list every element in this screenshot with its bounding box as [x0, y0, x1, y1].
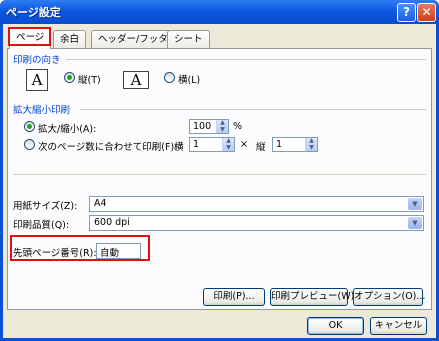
- tab-panel-page: 印刷の向き A 縦(T) A 横(L) 拡大縮小印刷 拡大/縮小(A): 100…: [7, 48, 432, 310]
- print-quality-value: 600 dpi: [94, 217, 130, 228]
- fit-tall-spinner[interactable]: 1 ▲ ▼: [272, 137, 318, 152]
- landscape-label[interactable]: 横(L): [178, 72, 200, 86]
- zoom-label[interactable]: 拡大/縮小(A):: [38, 121, 96, 135]
- scaling-group-label: 拡大縮小印刷: [13, 105, 71, 116]
- portrait-label[interactable]: 縦(T): [78, 72, 101, 86]
- print-quality-label: 印刷品質(Q):: [13, 220, 70, 231]
- print-button-outer[interactable]: 印刷(P)...: [203, 288, 265, 306]
- spin-down-icon: ▼: [309, 143, 314, 151]
- fit-to-label[interactable]: 次のページ数に合わせて印刷(F):: [38, 139, 177, 153]
- zoom-radio[interactable]: [24, 121, 35, 132]
- tab-sheet[interactable]: シート: [167, 30, 210, 48]
- print-preview-button[interactable]: 印刷プレビュー(W): [270, 288, 354, 306]
- fit-tall-label: 縦: [256, 142, 266, 153]
- portrait-radio[interactable]: [64, 72, 75, 83]
- first-page-input[interactable]: 自動: [96, 243, 141, 259]
- fit-wide-label: 横: [174, 142, 184, 153]
- landscape-icon: A: [123, 71, 149, 89]
- fit-to-radio[interactable]: [24, 139, 35, 150]
- fit-tall-spin-arrows[interactable]: ▲ ▼: [305, 137, 317, 151]
- close-button[interactable]: ✕: [417, 3, 436, 22]
- ok-button[interactable]: OK: [307, 317, 364, 335]
- fit-wide-spin-arrows[interactable]: ▲ ▼: [222, 137, 234, 151]
- paper-size-label: 用紙サイズ(Z):: [13, 201, 78, 212]
- paper-size-value: A4: [94, 198, 107, 209]
- print-quality-select[interactable]: 600 dpi ▼: [89, 215, 424, 231]
- spin-down-icon: ▼: [220, 125, 225, 133]
- window-title: ページ設定: [6, 6, 61, 19]
- tab-page[interactable]: ページ: [9, 27, 52, 49]
- chevron-down-icon[interactable]: ▼: [408, 198, 422, 210]
- first-page-label: 先頭ページ番号(R):: [13, 248, 97, 259]
- landscape-radio[interactable]: [164, 72, 175, 83]
- cancel-button[interactable]: キャンセル: [370, 317, 427, 335]
- zoom-value: 100: [193, 121, 212, 132]
- spin-down-icon: ▼: [226, 143, 231, 151]
- times-sign: ×: [240, 139, 248, 150]
- help-button[interactable]: ?: [397, 3, 416, 22]
- orientation-divider: [66, 59, 426, 60]
- zoom-spinner[interactable]: 100 ▲ ▼: [189, 119, 229, 134]
- options-button[interactable]: オプション(O)...: [353, 288, 425, 306]
- tab-margins[interactable]: 余白: [53, 30, 87, 48]
- dialog-body: ページ 余白 ヘッダー/フッター シート 印刷の向き A 縦(T) A 横(L)…: [3, 24, 436, 338]
- fit-tall-value: 1: [276, 139, 283, 150]
- zoom-unit: %: [233, 121, 243, 132]
- zoom-spin-arrows[interactable]: ▲ ▼: [216, 119, 228, 133]
- fit-wide-value: 1: [193, 139, 200, 150]
- orientation-group-label: 印刷の向き: [13, 55, 61, 66]
- paper-size-select[interactable]: A4 ▼: [89, 196, 424, 212]
- fit-wide-spinner[interactable]: 1 ▲ ▼: [189, 137, 235, 152]
- chevron-down-icon[interactable]: ▼: [408, 217, 422, 229]
- first-page-value: 自動: [100, 248, 120, 259]
- scaling-divider: [80, 109, 426, 110]
- portrait-icon: A: [26, 69, 48, 91]
- scaling-bottom-divider: [13, 174, 426, 175]
- title-bar[interactable]: ページ設定 ? ✕: [0, 0, 439, 24]
- page-setup-dialog: ページ設定 ? ✕ ページ 余白 ヘッダー/フッター シート 印刷の向き A 縦…: [0, 0, 439, 341]
